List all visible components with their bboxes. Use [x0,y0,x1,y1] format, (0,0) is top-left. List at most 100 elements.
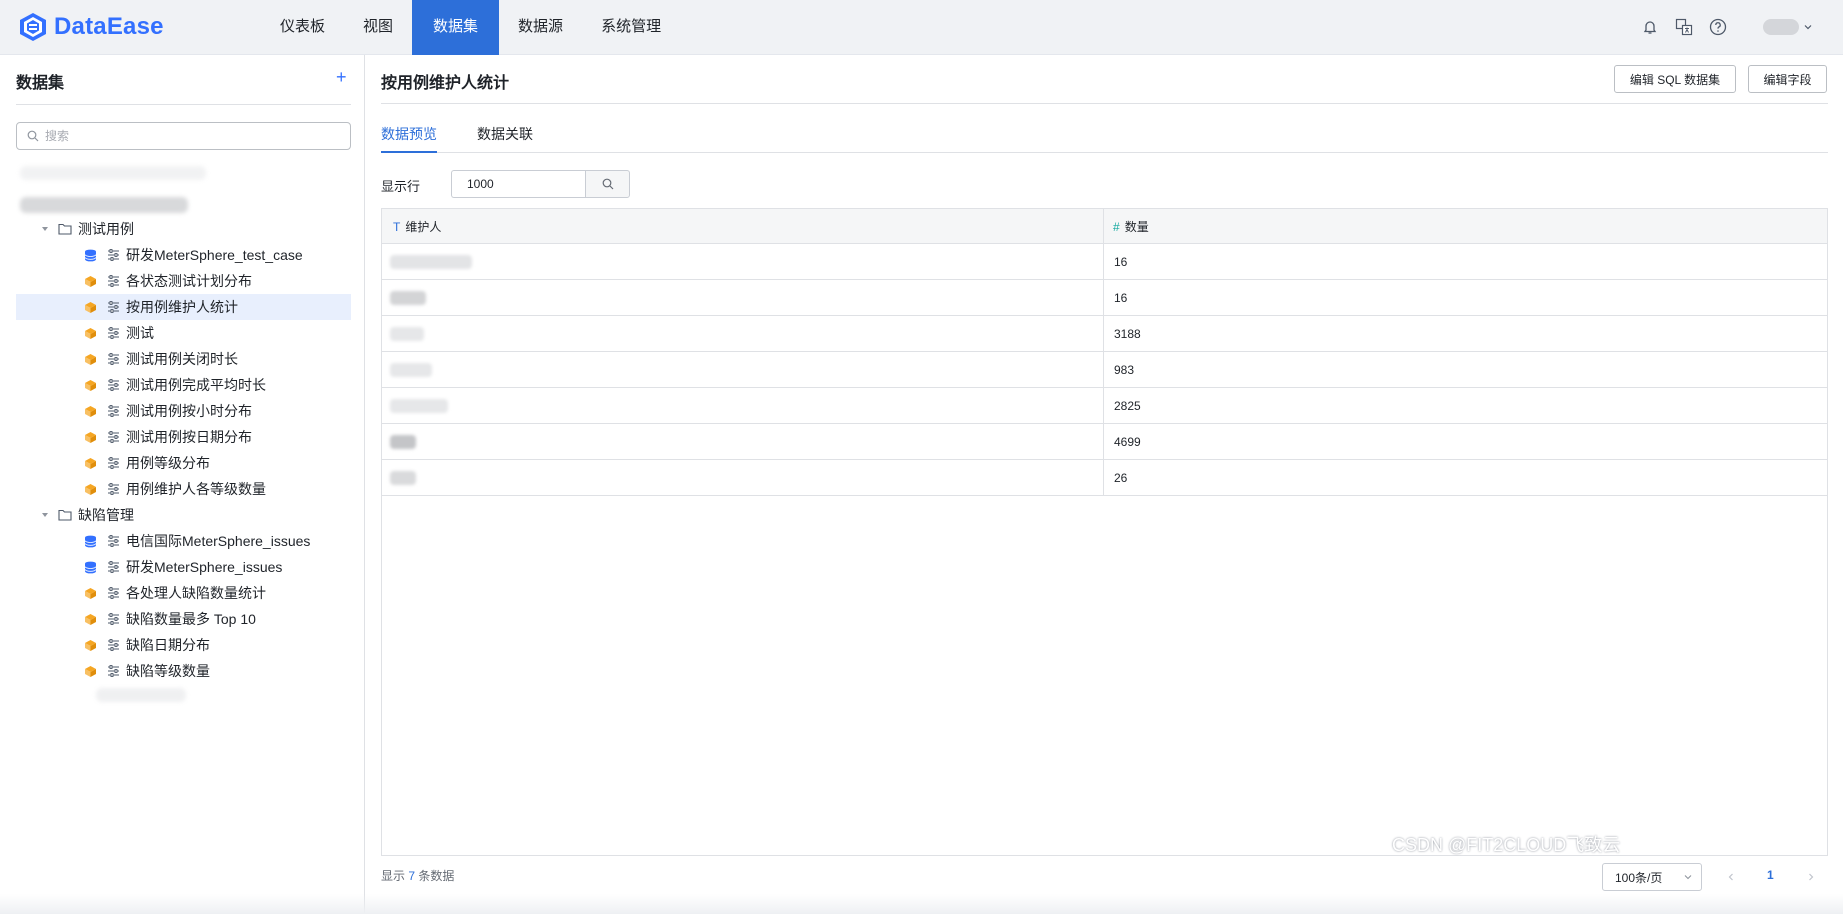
tree-item-label: 各处理人缺陷数量统计 [126,585,266,601]
column-header-count[interactable]: # 数量 [1113,209,1149,244]
sliders-icon [108,301,119,313]
database-icon [84,561,97,574]
tree-item-dataset[interactable]: 测试用例按小时分布 [16,398,351,424]
cell-maintainer-redacted [390,280,1070,315]
help-icon[interactable] [1707,16,1729,38]
cell-count: 26 [1114,470,1128,485]
tree-item-dataset[interactable]: 研发MeterSphere_issues [16,554,351,580]
tree-item-dataset[interactable]: 测试 [16,320,351,346]
tree-item-dataset[interactable]: 测试用例完成平均时长 [16,372,351,398]
database-icon [84,535,97,548]
edit-fields-button[interactable]: 编辑字段 [1748,65,1827,93]
blurred-tree-node [96,688,186,702]
page-size-select[interactable]: 100条/页 [1602,863,1702,891]
dataset-sidebar: 数据集 + 测试用例 研发MeterSphere_test_case 各状态测试… [0,55,365,914]
tree-item-label: 缺陷日期分布 [126,637,210,653]
rows-count-input[interactable] [451,170,585,198]
search-icon [27,130,39,142]
user-avatar[interactable] [1763,19,1799,35]
tree-item-dataset[interactable]: 用例等级分布 [16,450,351,476]
folder-icon [58,509,72,521]
header-divider [381,103,1828,104]
sidebar-title: 数据集 [16,75,65,92]
nav-chart-view[interactable]: 视图 [344,0,412,55]
sliders-icon [108,431,119,443]
tree-folder-label: 测试用例 [78,221,134,237]
bell-icon[interactable] [1639,16,1661,38]
tree-item-label: 缺陷等级数量 [126,663,210,679]
sidebar-search[interactable] [16,122,351,150]
csdn-watermark: CSDN @FIT2CLOUD飞致云 [1392,835,1621,855]
tree-folder-defects[interactable]: 缺陷管理 [16,502,351,528]
sliders-icon [108,535,119,547]
table-row: 3188 [382,316,1827,352]
chevron-down-icon[interactable] [1803,19,1813,35]
dataease-logo[interactable]: DataEase [18,10,164,44]
next-page-button[interactable] [1801,867,1821,887]
tree-item-label: 测试 [126,325,154,341]
column-header-maintainer[interactable]: T 维护人 [393,209,441,244]
sliders-icon [108,275,119,287]
tab-data-preview[interactable]: 数据预览 [381,123,437,153]
table-row: 26 [382,460,1827,496]
prev-page-button[interactable] [1721,867,1741,887]
tree-item-dataset[interactable]: 缺陷日期分布 [16,632,351,658]
caret-down-icon[interactable] [40,510,50,520]
cell-maintainer-redacted [390,352,1070,387]
table-row: 16 [382,280,1827,316]
top-right-tools [1627,14,1813,40]
app-name: DataEase [54,13,164,40]
sliders-icon [108,379,119,391]
translate-icon[interactable] [1673,16,1695,38]
tree-item-dataset[interactable]: 研发MeterSphere_test_case [16,242,351,268]
edit-sql-dataset-button[interactable]: 编辑 SQL 数据集 [1614,65,1736,93]
tree-item-dataset[interactable]: 测试用例关闭时长 [16,346,351,372]
tree-item-dataset[interactable]: 用例维护人各等级数量 [16,476,351,502]
plus-icon[interactable]: + [336,67,347,88]
tree-item-dataset[interactable]: 电信国际MeterSphere_issues [16,528,351,554]
row-count-suffix: 条数据 [418,869,455,883]
tree-item-label: 缺陷数量最多 Top 10 [126,611,256,627]
sliders-icon [108,639,119,651]
sliders-icon [108,405,119,417]
sql-dataset-icon [85,666,96,677]
table-header: T 维护人 # 数量 [382,209,1827,244]
sql-dataset-icon [85,302,96,313]
tree-item-dataset[interactable]: 缺陷等级数量 [16,658,351,684]
sliders-icon [108,353,119,365]
nav-dashboard[interactable]: 仪表板 [261,0,344,55]
sql-dataset-icon [85,432,96,443]
table-row: 16 [382,244,1827,280]
cell-count: 983 [1114,362,1135,377]
sliders-icon [108,249,119,261]
tab-data-relations[interactable]: 数据关联 [477,123,533,153]
tree-item-dataset[interactable]: 测试用例按日期分布 [16,424,351,450]
search-icon[interactable] [585,170,630,198]
sidebar-divider [16,104,351,105]
text-type-icon: T [393,219,401,234]
sliders-icon [108,483,119,495]
sql-dataset-icon [85,354,96,365]
nav-datasource[interactable]: 数据源 [499,0,582,55]
tree-item-dataset-selected[interactable]: 按用例维护人统计 [16,294,351,320]
rows-label: 显示行 [381,179,421,194]
blurred-root-node [20,166,206,180]
tree-item-label: 研发MeterSphere_issues [126,559,283,575]
tree-item-dataset[interactable]: 各处理人缺陷数量统计 [16,580,351,606]
cell-maintainer-redacted [390,244,1070,279]
tree-item-dataset[interactable]: 缺陷数量最多 Top 10 [16,606,351,632]
tree-item-dataset[interactable]: 各状态测试计划分布 [16,268,351,294]
tree-folder-test-case[interactable]: 测试用例 [16,216,351,242]
cell-count: 2825 [1114,398,1141,413]
nav-system-settings[interactable]: 系统管理 [582,0,680,55]
nav-dataset[interactable]: 数据集 [412,0,500,55]
cell-count: 4699 [1114,434,1141,449]
page-size-value: 100条/页 [1615,870,1663,885]
cell-count: 3188 [1114,326,1141,341]
tree-item-label: 测试用例按小时分布 [126,403,252,419]
page-number-1[interactable]: 1 [1767,868,1774,882]
caret-down-icon[interactable] [40,224,50,234]
search-input[interactable] [45,129,325,143]
dataease-logo-icon [20,13,46,41]
tree-item-label: 测试用例完成平均时长 [126,377,266,393]
